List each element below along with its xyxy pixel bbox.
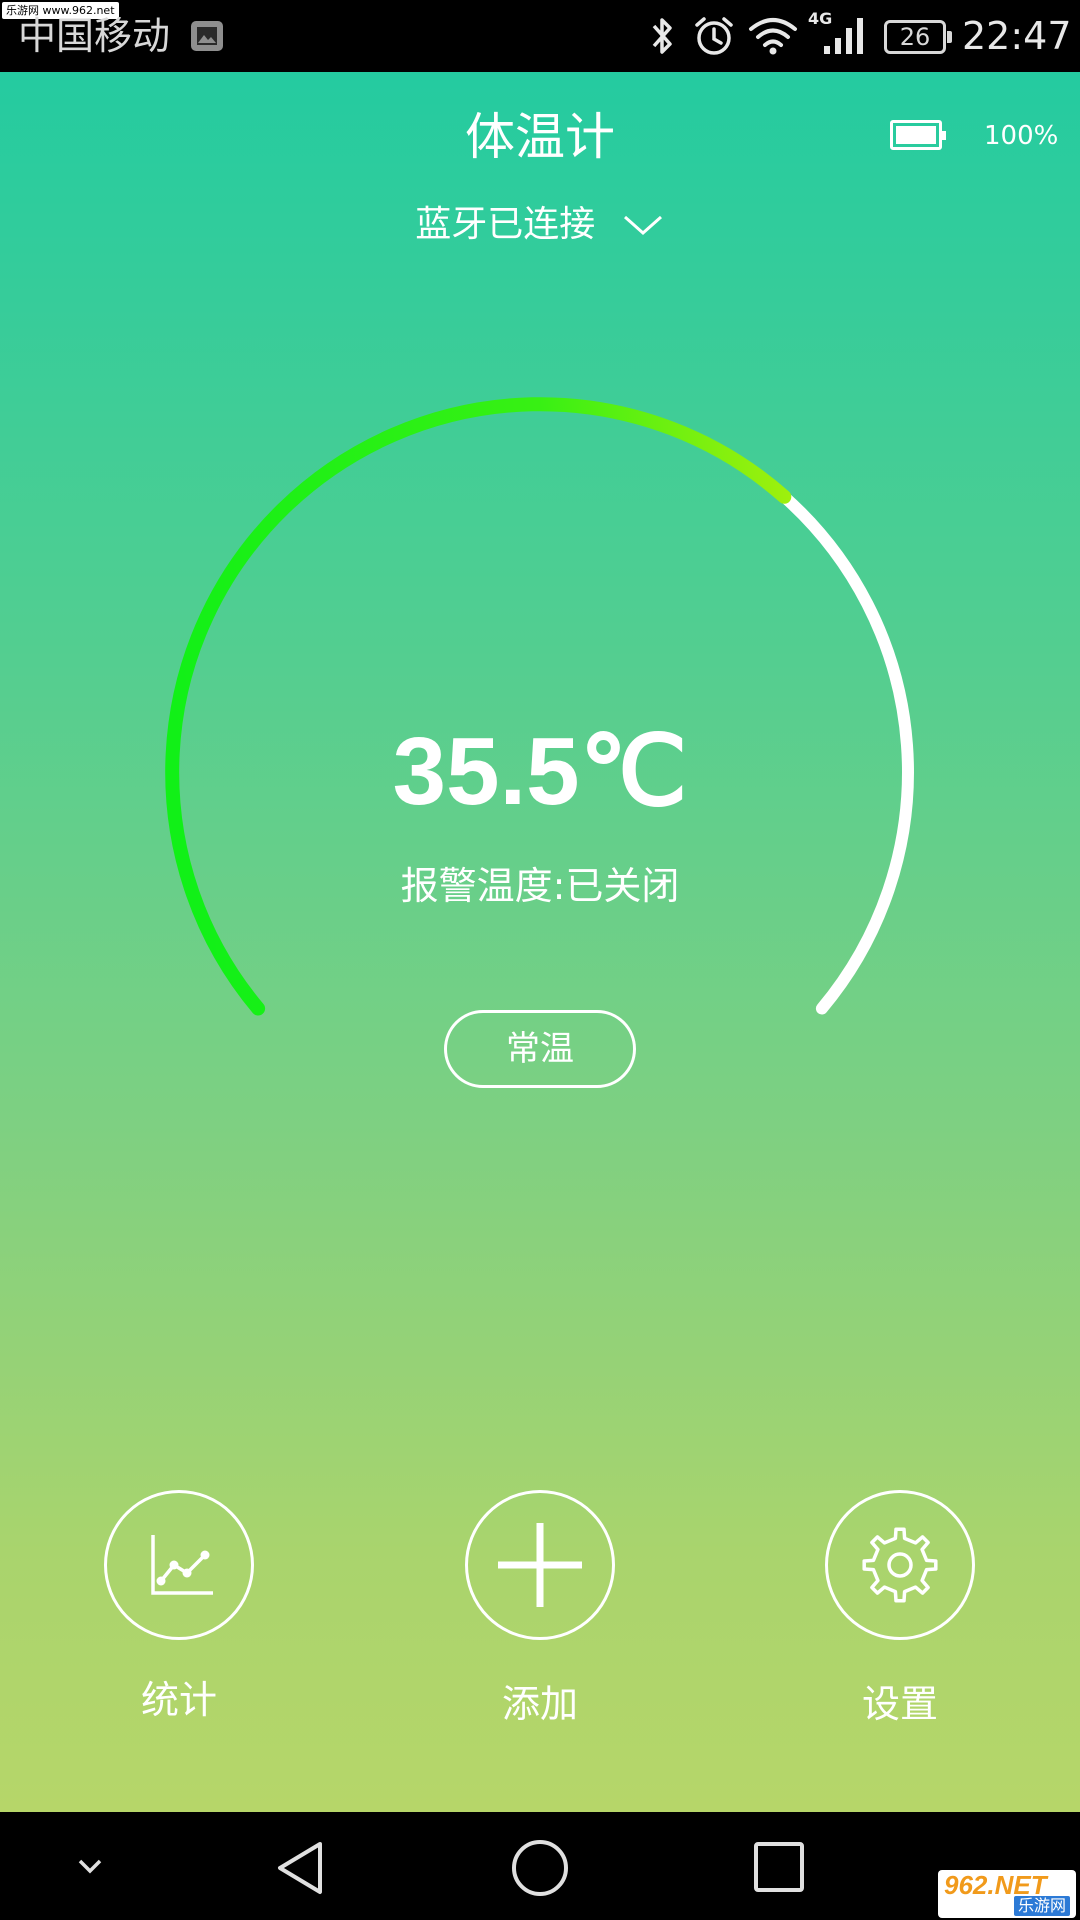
carrier-name: 中国移动 bbox=[18, 14, 171, 58]
bluetooth-icon bbox=[652, 18, 672, 54]
gear-icon bbox=[862, 1527, 938, 1603]
home-circle-icon[interactable] bbox=[510, 1838, 570, 1898]
status-bar: 乐游网 www.962.net 中国移动 4G 26 22:47 bbox=[0, 0, 1080, 72]
gallery-notification-icon bbox=[191, 21, 223, 51]
site-logo-subtext: 乐游网 bbox=[1013, 1896, 1070, 1916]
alarm-temperature-status: 报警温度:已关闭 bbox=[400, 864, 680, 908]
gauge-progress-arc bbox=[165, 397, 792, 1016]
line-chart-icon bbox=[151, 1535, 213, 1595]
plus-icon bbox=[498, 1523, 582, 1607]
temperature-reading: 35.5℃ bbox=[392, 718, 688, 825]
recent-apps-square-icon[interactable] bbox=[752, 1840, 806, 1894]
alarm-icon bbox=[695, 17, 733, 55]
bluetooth-status-dropdown[interactable]: 蓝牙已连接 bbox=[0, 198, 1080, 251]
hide-nav-chevron-icon[interactable] bbox=[72, 1848, 108, 1884]
stats-button[interactable] bbox=[104, 1490, 254, 1640]
stats-label: 统计 bbox=[140, 1678, 217, 1722]
thermometer-app: 体温计 100% 蓝牙已连接 35.5℃ 报警温度:已关闭 常温 统计 添加 设… bbox=[0, 72, 1080, 1812]
device-battery-level: 100% bbox=[984, 121, 1059, 151]
navigation-bar bbox=[0, 1812, 1080, 1920]
phone-screen: 乐游网 www.962.net 中国移动 4G 26 22:47 体温计 100… bbox=[0, 0, 1080, 1920]
chevron-down-icon bbox=[623, 215, 662, 236]
back-triangle-icon[interactable] bbox=[272, 1838, 328, 1898]
settings-label: 设置 bbox=[861, 1682, 938, 1726]
site-logo-watermark: 962.NET 乐游网 bbox=[938, 1870, 1076, 1918]
phone-battery-indicator: 26 bbox=[884, 20, 952, 54]
settings-button[interactable] bbox=[825, 1490, 975, 1640]
add-button[interactable] bbox=[465, 1490, 615, 1640]
bluetooth-status-label: 蓝牙已连接 bbox=[415, 204, 596, 245]
device-battery-icon bbox=[890, 120, 946, 150]
wifi-icon bbox=[749, 18, 797, 55]
add-label: 添加 bbox=[501, 1682, 578, 1726]
status-time: 22:47 bbox=[962, 14, 1072, 58]
temperature-state-badge[interactable]: 常温 bbox=[444, 1010, 636, 1088]
gear-outline bbox=[862, 1527, 938, 1603]
cellular-signal-icon bbox=[824, 18, 863, 54]
device-battery-fill bbox=[896, 126, 936, 144]
